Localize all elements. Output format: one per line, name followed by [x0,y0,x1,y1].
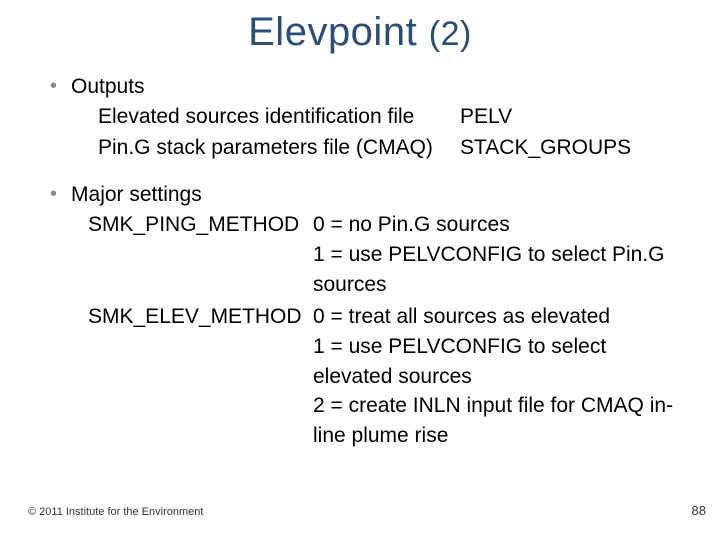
setting-value: 0 = treat all sources as elevated [313,302,690,332]
setting-value: 0 = no Pin.G sources [313,210,690,240]
settings-label: Major settings [71,181,202,208]
setting-value: 1 = use PELVCONFIG to select elevated so… [313,332,690,392]
outputs-label: Outputs [71,73,145,100]
outputs-table: Elevated sources identification file PEL… [98,102,690,163]
outputs-file: STACK_GROUPS [460,133,690,163]
outputs-row: Pin.G stack parameters file (CMAQ) STACK… [98,133,690,163]
slide-title: Elevpoint (2) [30,10,690,55]
outputs-file: PELV [460,102,690,132]
outputs-bullet-row: • Outputs [30,73,690,100]
setting-value: 1 = use PELVCONFIG to select Pin.G sourc… [313,240,690,300]
title-paren: (2) [429,15,472,53]
settings-bullet-row: • Major settings [30,181,690,208]
bullet-icon: • [50,73,57,99]
outputs-row: Elevated sources identification file PEL… [98,102,690,132]
setting-var: SMK_ELEV_METHOD [88,302,313,332]
setting-var: SMK_PING_METHOD [88,210,313,240]
outputs-section: • Outputs Elevated sources identificatio… [30,73,690,163]
settings-row: SMK_ELEV_METHOD 0 = treat all sources as… [88,302,690,451]
settings-row: SMK_PING_METHOD 0 = no Pin.G sources 1 =… [88,210,690,299]
settings-section: • Major settings SMK_PING_METHOD 0 = no … [30,181,690,451]
outputs-desc: Elevated sources identification file [98,102,460,132]
settings-table: SMK_PING_METHOD 0 = no Pin.G sources 1 =… [88,210,690,451]
setting-values: 0 = treat all sources as elevated 1 = us… [313,302,690,451]
title-main: Elevpoint [248,10,429,54]
copyright: © 2011 Institute for the Environment [28,506,203,518]
setting-value: 2 = create INLN input file for CMAQ in-l… [313,391,690,451]
bullet-icon: • [50,181,57,207]
outputs-desc: Pin.G stack parameters file (CMAQ) [98,133,460,163]
setting-values: 0 = no Pin.G sources 1 = use PELVCONFIG … [313,210,690,299]
page-number: 88 [692,503,706,518]
